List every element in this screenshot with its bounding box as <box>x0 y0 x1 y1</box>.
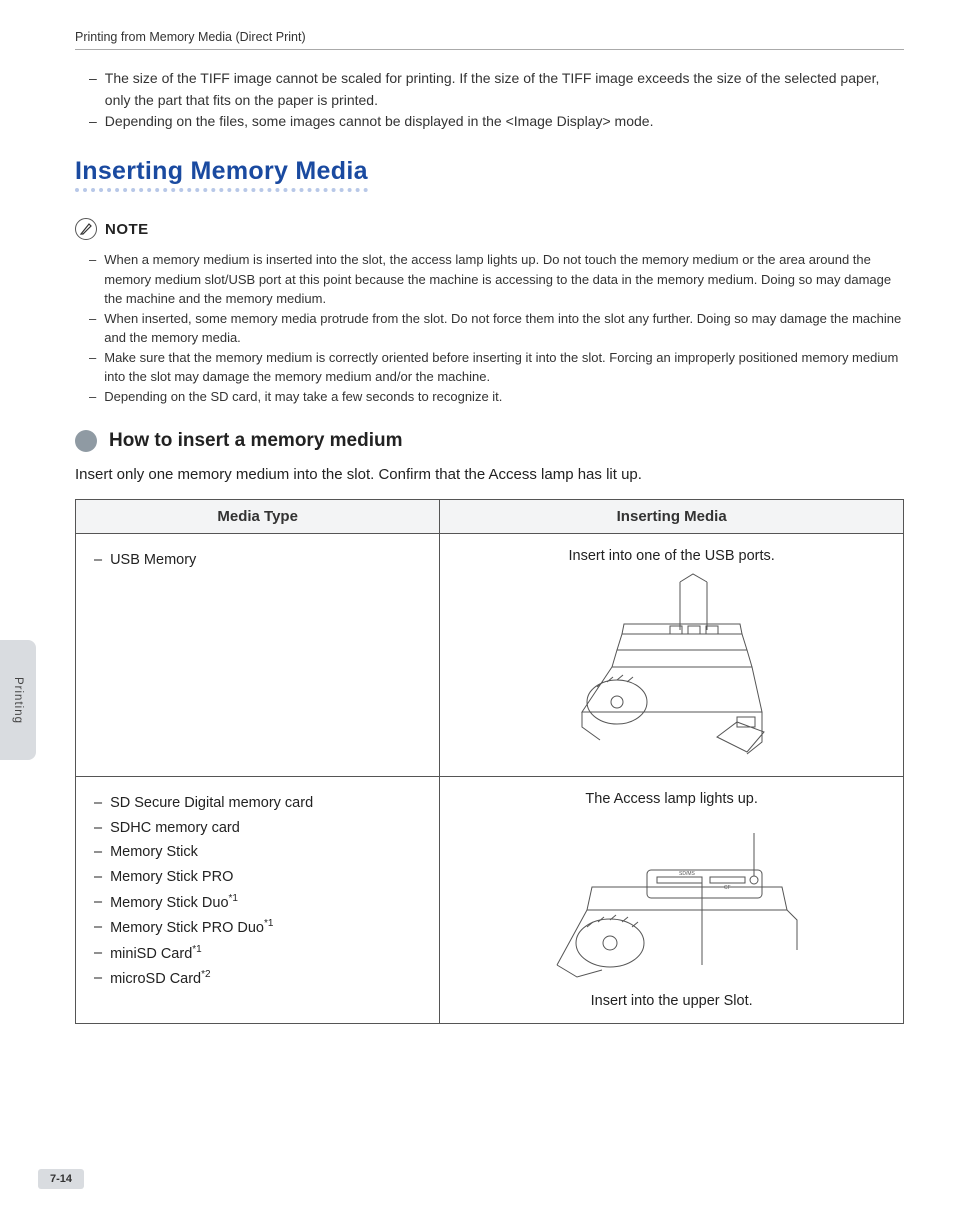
dash-icon: – <box>94 791 102 816</box>
subsection-title: How to insert a memory medium <box>109 430 403 452</box>
col-header-inserting: Inserting Media <box>440 500 904 534</box>
printer-slot-illustration: SD/MS CF <box>542 815 802 985</box>
dash-icon: – <box>94 941 102 966</box>
media-label: Memory Stick <box>110 840 198 865</box>
inserting-caption-top: Insert into one of the USB ports. <box>458 548 885 564</box>
printer-usb-illustration <box>562 572 782 762</box>
dash-icon: – <box>94 865 102 890</box>
list-item: –Memory Stick PRO <box>94 865 421 890</box>
dash-icon: – <box>94 816 102 841</box>
dash-icon: – <box>89 309 96 348</box>
media-label: microSD Card*2 <box>110 966 211 991</box>
dash-icon: – <box>94 890 102 915</box>
media-label: SDHC memory card <box>110 816 240 841</box>
top-notes-block: – The size of the TIFF image cannot be s… <box>89 68 904 133</box>
media-label: Memory Stick Duo*1 <box>110 890 238 915</box>
table-row: –USB Memory Insert into one of the USB p… <box>76 534 904 777</box>
note-block: –When a memory medium is inserted into t… <box>89 250 904 406</box>
dash-icon: – <box>94 915 102 940</box>
media-label: USB Memory <box>110 548 196 573</box>
media-label: SD Secure Digital memory card <box>110 791 313 816</box>
list-item: –SDHC memory card <box>94 816 421 841</box>
list-item: –Memory Stick PRO Duo*1 <box>94 915 421 940</box>
section-title: Inserting Memory Media <box>75 157 368 192</box>
subsection-header: How to insert a memory medium <box>75 430 904 452</box>
breadcrumb: Printing from Memory Media (Direct Print… <box>75 30 904 50</box>
list-item: –Memory Stick <box>94 840 421 865</box>
dash-icon: – <box>94 548 102 573</box>
note-label: NOTE <box>75 218 904 240</box>
svg-text:CF: CF <box>724 885 731 891</box>
note-item: –Depending on the SD card, it may take a… <box>89 387 904 407</box>
col-header-media-type: Media Type <box>76 500 440 534</box>
intro-text: Insert only one memory medium into the s… <box>75 466 904 483</box>
media-table: Media Type Inserting Media –USB Memory I… <box>75 499 904 1024</box>
pencil-icon <box>75 218 97 240</box>
table-row: –SD Secure Digital memory card –SDHC mem… <box>76 777 904 1024</box>
dash-icon: – <box>94 966 102 991</box>
side-tab-label: Printing <box>12 677 24 724</box>
dash-icon: – <box>94 840 102 865</box>
list-item: –Memory Stick Duo*1 <box>94 890 421 915</box>
side-tab: Printing <box>0 640 36 760</box>
top-note-item: – The size of the TIFF image cannot be s… <box>89 68 904 111</box>
dash-icon: – <box>89 348 96 387</box>
dash-icon: – <box>89 111 97 133</box>
media-label: miniSD Card*1 <box>110 941 202 966</box>
inserting-caption-bottom: Insert into the upper Slot. <box>458 993 885 1009</box>
dash-icon: – <box>89 68 97 111</box>
dash-icon: – <box>89 250 96 309</box>
media-list: –SD Secure Digital memory card –SDHC mem… <box>94 791 421 991</box>
list-item: –SD Secure Digital memory card <box>94 791 421 816</box>
note-item: –Make sure that the memory medium is cor… <box>89 348 904 387</box>
note-text: When inserted, some memory media protrud… <box>104 309 904 348</box>
top-note-item: – Depending on the files, some images ca… <box>89 111 904 133</box>
note-item: –When inserted, some memory media protru… <box>89 309 904 348</box>
media-list: –USB Memory <box>94 548 421 573</box>
list-item: –USB Memory <box>94 548 421 573</box>
svg-text:SD/MS: SD/MS <box>679 871 696 877</box>
media-label: Memory Stick PRO Duo*1 <box>110 915 273 940</box>
note-text: Depending on the SD card, it may take a … <box>104 387 502 407</box>
top-note-text: Depending on the files, some images cann… <box>105 111 654 133</box>
bullet-icon <box>75 430 97 452</box>
note-text: Make sure that the memory medium is corr… <box>104 348 904 387</box>
list-item: –miniSD Card*1 <box>94 941 421 966</box>
dash-icon: – <box>89 387 96 407</box>
page-number: 7-14 <box>38 1169 84 1189</box>
media-label: Memory Stick PRO <box>110 865 233 890</box>
inserting-caption-top: The Access lamp lights up. <box>458 791 885 807</box>
top-note-text: The size of the TIFF image cannot be sca… <box>105 68 904 111</box>
note-text: When a memory medium is inserted into th… <box>104 250 904 309</box>
list-item: –microSD Card*2 <box>94 966 421 991</box>
note-label-text: NOTE <box>105 221 149 238</box>
note-item: –When a memory medium is inserted into t… <box>89 250 904 309</box>
